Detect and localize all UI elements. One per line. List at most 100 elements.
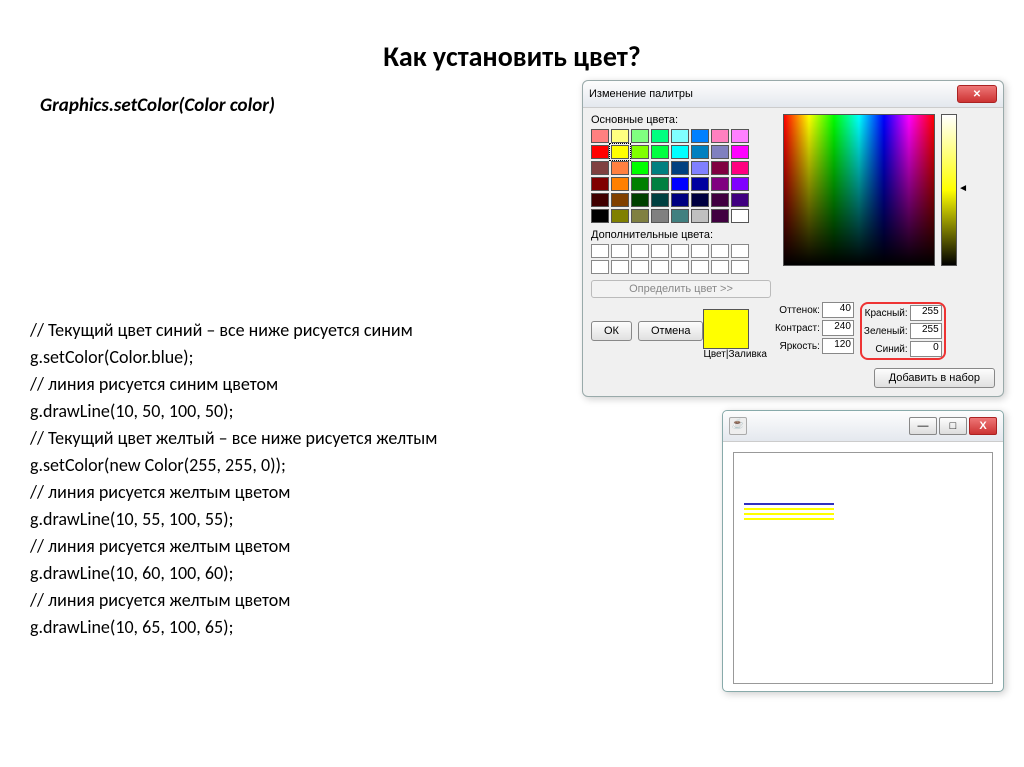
custom-swatch[interactable] [711,260,729,274]
color-swatch[interactable] [691,129,709,143]
dialog-titlebar[interactable]: Изменение палитры ✕ [583,81,1003,108]
custom-swatch[interactable] [691,244,709,258]
custom-swatch[interactable] [691,260,709,274]
color-swatch[interactable] [711,161,729,175]
color-swatch[interactable] [731,129,749,143]
color-swatch[interactable] [631,177,649,191]
blue-label: Синий: [875,344,907,355]
color-swatch[interactable] [731,177,749,191]
add-to-custom-button[interactable]: Добавить в набор [874,368,995,388]
color-swatch[interactable] [671,209,689,223]
drawn-line [744,503,834,505]
close-icon: ✕ [973,89,981,100]
color-swatch[interactable] [711,209,729,223]
color-swatch[interactable] [711,145,729,159]
color-swatch[interactable] [611,129,629,143]
color-swatch[interactable] [671,145,689,159]
blue-input[interactable]: 0 [910,341,942,357]
color-swatch[interactable] [651,177,669,191]
green-label: Зеленый: [864,326,908,337]
color-preview-label: Цвет|Заливка [703,349,767,360]
color-swatch[interactable] [691,161,709,175]
custom-swatch[interactable] [651,244,669,258]
custom-swatch[interactable] [591,260,609,274]
color-swatch[interactable] [651,193,669,207]
minimize-button[interactable]: — [909,417,937,435]
color-swatch[interactable] [691,177,709,191]
color-swatch[interactable] [591,145,609,159]
hue-input[interactable]: 40 [822,302,854,318]
custom-swatch[interactable] [631,260,649,274]
define-color-button[interactable]: Определить цвет >> [591,280,771,298]
hue-label: Оттенок: [779,305,820,316]
color-swatch[interactable] [611,193,629,207]
custom-swatch[interactable] [671,260,689,274]
color-swatch[interactable] [731,209,749,223]
drawn-line [744,513,834,515]
custom-swatch[interactable] [591,244,609,258]
java-output-window: ☕ — □ X [722,410,1004,692]
ok-button[interactable]: ОК [591,321,632,341]
color-swatch[interactable] [631,129,649,143]
color-swatch[interactable] [651,161,669,175]
drawn-line [744,518,834,520]
color-swatch[interactable] [671,161,689,175]
color-swatch[interactable] [591,177,609,191]
color-swatch[interactable] [691,193,709,207]
custom-swatch[interactable] [671,244,689,258]
lum-input[interactable]: 120 [822,338,854,354]
color-swatch[interactable] [711,129,729,143]
color-swatch[interactable] [651,209,669,223]
color-swatch[interactable] [671,177,689,191]
close-button[interactable]: X [969,417,997,435]
color-swatch[interactable] [591,129,609,143]
color-swatch[interactable] [591,209,609,223]
basic-colors-label: Основные цвета: [591,114,771,126]
color-swatch[interactable] [711,193,729,207]
color-swatch[interactable] [651,145,669,159]
color-swatch[interactable] [611,177,629,191]
color-swatch[interactable] [651,129,669,143]
color-swatch[interactable] [731,193,749,207]
color-swatch[interactable] [671,193,689,207]
color-swatch[interactable] [631,193,649,207]
luminance-slider[interactable] [941,114,957,266]
dialog-title: Изменение палитры [589,88,693,100]
java-icon: ☕ [729,417,747,435]
custom-colors-label: Дополнительные цвета: [591,229,771,241]
color-swatch[interactable] [631,161,649,175]
red-input[interactable]: 255 [910,305,942,321]
drawn-line [744,508,834,510]
green-input[interactable]: 255 [910,323,942,339]
color-swatch[interactable] [731,161,749,175]
color-swatch[interactable] [671,129,689,143]
custom-swatch[interactable] [731,260,749,274]
page-title: Как установить цвет? [30,39,994,74]
custom-swatch[interactable] [651,260,669,274]
color-swatch[interactable] [691,145,709,159]
color-gradient-picker[interactable] [783,114,935,266]
color-swatch[interactable] [691,209,709,223]
color-swatch[interactable] [711,177,729,191]
rgb-highlight: Красный:255 Зеленый:255 Синий:0 [860,302,946,360]
color-swatch[interactable] [591,193,609,207]
custom-swatch[interactable] [731,244,749,258]
custom-swatch[interactable] [711,244,729,258]
color-swatch[interactable] [611,209,629,223]
color-swatch[interactable] [631,209,649,223]
custom-swatch[interactable] [631,244,649,258]
maximize-button[interactable]: □ [939,417,967,435]
color-picker-dialog: Изменение палитры ✕ Основные цвета: Допо… [582,80,1004,397]
color-swatch[interactable] [591,161,609,175]
cancel-button[interactable]: Отмена [638,321,703,341]
sat-input[interactable]: 240 [822,320,854,336]
java-titlebar[interactable]: ☕ — □ X [723,411,1003,442]
color-swatch[interactable] [611,161,629,175]
color-swatch[interactable] [731,145,749,159]
custom-swatch[interactable] [611,260,629,274]
color-swatch[interactable] [631,145,649,159]
close-button[interactable]: ✕ [957,85,997,103]
custom-color-palette [591,244,771,274]
color-swatch[interactable] [611,145,629,159]
custom-swatch[interactable] [611,244,629,258]
